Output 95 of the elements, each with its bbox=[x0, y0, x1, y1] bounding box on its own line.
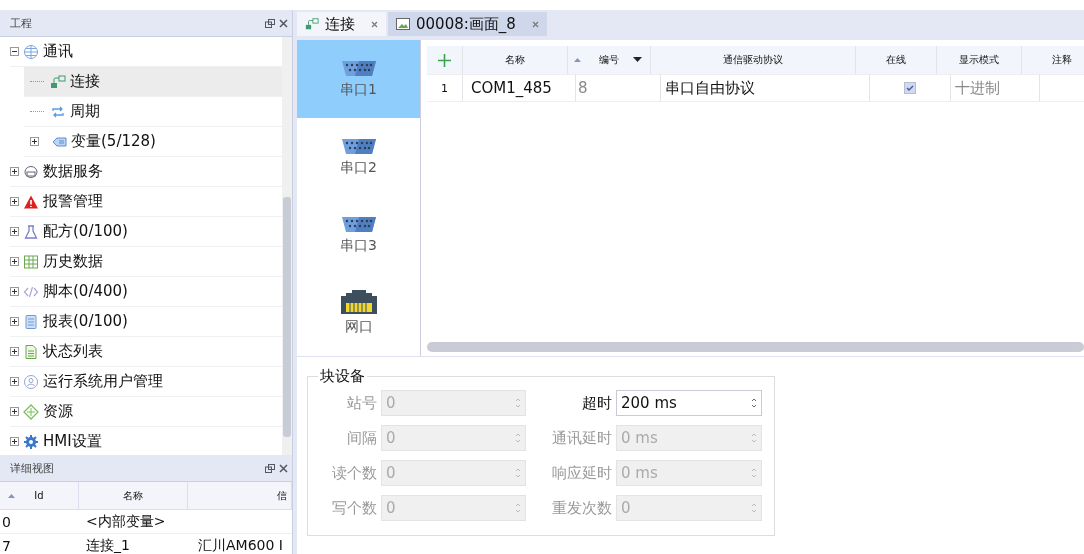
number-field[interactable]: 200 ms bbox=[616, 390, 762, 416]
expander-icon[interactable] bbox=[10, 167, 19, 176]
field-label: 写个数 bbox=[331, 498, 377, 518]
field-label: 通讯延时 bbox=[551, 428, 612, 448]
resource-icon bbox=[23, 403, 39, 420]
column-header[interactable]: Id bbox=[0, 482, 79, 509]
expander-icon[interactable] bbox=[10, 227, 19, 236]
column-header[interactable]: 显示模式 bbox=[937, 46, 1022, 74]
expander-icon[interactable] bbox=[10, 287, 19, 296]
field-label: 站号 bbox=[346, 393, 377, 413]
expander-icon[interactable] bbox=[10, 377, 19, 386]
port-item[interactable]: 串口2 bbox=[297, 118, 420, 196]
link-icon bbox=[50, 73, 66, 90]
field-label: 超时 bbox=[581, 393, 612, 413]
tree-item[interactable]: 历史数据 bbox=[43, 252, 103, 271]
field-label: 间隔 bbox=[346, 428, 377, 448]
add-button[interactable] bbox=[438, 53, 451, 67]
panel-title: 工程 bbox=[10, 15, 32, 31]
tree-item[interactable]: 周期 bbox=[70, 102, 100, 121]
tree-item[interactable]: HMI设置 bbox=[43, 432, 102, 451]
table-cell: 汇川AM600 I bbox=[198, 536, 283, 554]
field-label: 重发次数 bbox=[551, 498, 612, 518]
tree-item[interactable]: 变量(5/128) bbox=[71, 132, 156, 151]
tree-item[interactable]: 连接 bbox=[70, 72, 100, 91]
tree-item[interactable]: 资源 bbox=[43, 402, 73, 421]
expander-icon[interactable] bbox=[10, 437, 19, 446]
table-cell: 串口自由协议 bbox=[661, 75, 870, 101]
column-header[interactable]: 在线 bbox=[856, 46, 937, 74]
port-item[interactable]: 网口 bbox=[297, 274, 420, 352]
plus-icon bbox=[438, 53, 451, 67]
sort-icon bbox=[574, 58, 581, 62]
table-cell: 连接_1 bbox=[86, 536, 130, 554]
tree-item[interactable]: 配方(0/100) bbox=[43, 222, 128, 241]
ethernet-port-icon bbox=[340, 290, 377, 314]
editor-tab[interactable]: 连接 bbox=[297, 12, 386, 36]
table-cell: 7 bbox=[2, 537, 11, 554]
field-label: 响应延时 bbox=[551, 463, 612, 483]
tree-item[interactable]: 脚本(0/400) bbox=[43, 282, 128, 301]
expander-icon[interactable] bbox=[10, 407, 19, 416]
expander-icon[interactable] bbox=[10, 317, 19, 326]
checkbox[interactable] bbox=[904, 82, 916, 94]
table-cell: 8 bbox=[576, 75, 661, 101]
close-icon[interactable] bbox=[371, 20, 378, 28]
user-icon bbox=[23, 373, 39, 390]
close-icon[interactable] bbox=[531, 20, 539, 28]
alarm-icon bbox=[23, 193, 39, 210]
link-icon bbox=[305, 17, 319, 31]
spinner-arrows-icon[interactable] bbox=[751, 397, 757, 409]
table-cell: 十进制 bbox=[951, 75, 1040, 101]
tree-item[interactable]: 报警管理 bbox=[43, 192, 103, 211]
scrollbar-thumb[interactable] bbox=[427, 342, 1084, 352]
gear-icon bbox=[23, 433, 39, 450]
tree-item[interactable]: 状态列表 bbox=[43, 342, 103, 361]
field-label: 读个数 bbox=[331, 463, 377, 483]
tree-item[interactable]: 数据服务 bbox=[43, 162, 103, 181]
tree-item[interactable]: 通讯 bbox=[43, 42, 73, 61]
column-header[interactable]: 通信驱动协议 bbox=[651, 46, 856, 74]
column-header[interactable]: 编号 bbox=[568, 46, 651, 74]
close-icon[interactable] bbox=[279, 18, 288, 28]
panel-title: 详细视图 bbox=[10, 460, 54, 476]
table-cell: 0 bbox=[2, 513, 11, 530]
report-icon bbox=[23, 313, 39, 330]
port-item[interactable]: 串口3 bbox=[297, 196, 420, 274]
db-icon bbox=[23, 163, 39, 180]
serial-port-icon bbox=[340, 215, 377, 233]
expander-icon[interactable] bbox=[10, 257, 19, 266]
column-header[interactable]: 信 bbox=[188, 482, 292, 509]
picture-icon bbox=[396, 18, 410, 30]
float-icon[interactable] bbox=[265, 463, 275, 473]
serial-port-icon bbox=[340, 59, 377, 77]
serial-port-icon bbox=[340, 137, 377, 155]
tree-item[interactable]: 报表(0/100) bbox=[43, 312, 128, 331]
column-header[interactable]: 名称 bbox=[463, 46, 568, 74]
close-icon[interactable] bbox=[279, 463, 288, 473]
tree-item[interactable]: 运行系统用户管理 bbox=[43, 372, 163, 391]
column-header[interactable]: 注释 bbox=[1022, 46, 1084, 74]
dropdown-icon[interactable] bbox=[633, 57, 642, 62]
editor-tab[interactable]: 00008:画面_8 bbox=[388, 12, 547, 36]
row-number: 1 bbox=[427, 75, 463, 101]
grid-icon bbox=[23, 253, 39, 270]
flask-icon bbox=[23, 223, 39, 240]
float-icon[interactable] bbox=[265, 18, 275, 28]
expander-icon[interactable] bbox=[10, 47, 19, 56]
group-title: 块设备 bbox=[319, 367, 366, 386]
table-cell: COM1_485 bbox=[463, 75, 576, 101]
table-cell: <内部变量> bbox=[86, 512, 166, 531]
sort-icon bbox=[8, 494, 15, 498]
expander-icon[interactable] bbox=[10, 347, 19, 356]
port-item[interactable]: 串口1 bbox=[297, 40, 420, 118]
doc-icon bbox=[23, 343, 39, 360]
expander-icon[interactable] bbox=[30, 137, 39, 146]
column-header[interactable]: 名称 bbox=[79, 482, 188, 509]
globe-icon bbox=[23, 43, 39, 60]
scrollbar-thumb[interactable] bbox=[283, 197, 291, 437]
expander-icon[interactable] bbox=[10, 197, 19, 206]
